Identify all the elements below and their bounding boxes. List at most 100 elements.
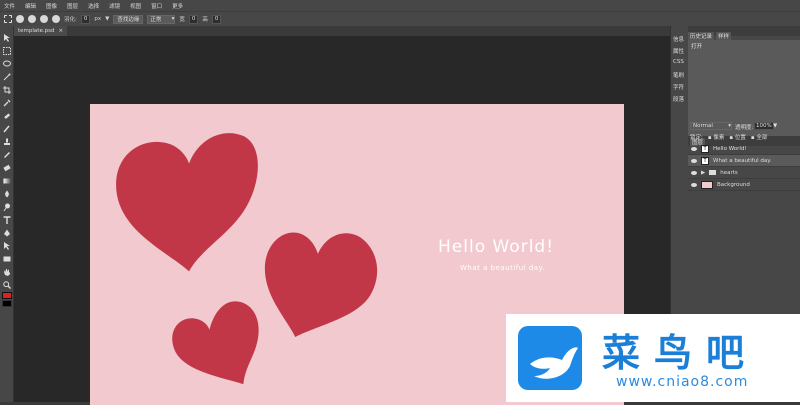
headline-text-layer[interactable]: Hello World! [438,237,554,257]
menu-image[interactable]: 图像 [46,2,57,10]
opacity-input[interactable]: 100% [754,122,774,130]
dock-character-button[interactable]: 字符 [673,83,684,91]
watermark-title: 菜鸟吧 [602,330,759,375]
layer-row[interactable]: T Hello World! [688,143,800,155]
tools-panel [0,26,14,402]
background-color-swatch[interactable] [2,300,12,307]
eyedropper-icon[interactable] [3,99,11,107]
dock-css-button[interactable]: CSS [673,59,684,65]
height-input[interactable]: 0 [211,14,222,24]
menu-layer[interactable]: 图层 [67,2,78,10]
feather-input[interactable]: 0 [80,14,91,24]
chevron-right-icon[interactable]: ▶ [701,170,705,176]
opacity-label: 透明度: [735,125,754,131]
heart-shape-small[interactable] [170,294,264,388]
style-select-value: 正常 [150,17,162,23]
gradient-tool-icon[interactable] [3,177,11,185]
bird-icon [530,347,578,379]
feather-dropdown-icon[interactable]: ▼ [105,16,109,22]
rectangle-tool-icon[interactable] [3,255,11,263]
pen-tool-icon[interactable] [3,229,11,237]
dock-properties-button[interactable]: 属性 [673,47,684,55]
intersect-selection-icon[interactable] [52,15,60,23]
style-select[interactable]: 正常 ▾ [147,14,176,24]
foreground-color-swatch[interactable] [2,292,12,299]
healing-brush-icon[interactable] [3,112,11,120]
lock-pixels-checkbox[interactable]: ▪ 像素 [708,133,725,141]
bird-logo-icon [518,326,582,390]
watermark-banner: 菜鸟吧 www.cniao8.com [506,314,800,402]
height-label: 高 [202,17,208,23]
menu-filter[interactable]: 滤镜 [109,2,120,10]
text-layer-thumb-icon: T [701,144,709,153]
menu-select[interactable]: 选择 [88,2,99,10]
eye-icon[interactable] [691,182,697,187]
type-tool-icon[interactable] [3,216,11,224]
lock-pixels-label: 像素 [713,135,725,141]
marquee-preset-icon[interactable] [4,15,12,23]
text-layer-thumb-icon: T [701,156,709,165]
menu-bar: 文件 编辑 图像 图层 选择 滤镜 视图 窗口 更多 [0,0,800,11]
layer-name: hearts [720,169,738,176]
new-selection-icon[interactable] [16,15,24,23]
lock-label: 锁定: [690,135,703,141]
background-thumb-icon [701,180,713,189]
hand-tool-icon[interactable] [3,268,11,276]
blend-mode-select[interactable]: Normal ▾ [690,122,732,130]
chevron-down-icon: ▾ [171,16,175,22]
width-label: 宽 [179,17,185,23]
subline-text-layer[interactable]: What a beautiful day. [460,264,545,272]
feather-label: 羽化: [64,17,77,23]
dock-info-button[interactable]: 信息 [673,35,684,43]
folder-icon [709,170,717,175]
document-tab[interactable]: template.psd × [14,26,68,36]
feather-unit: px [94,16,102,22]
layer-row[interactable]: ▶ hearts [688,167,800,179]
subtract-selection-icon[interactable] [40,15,48,23]
zoom-tool-icon[interactable] [3,281,11,289]
magic-wand-icon[interactable] [3,73,11,81]
move-tool-icon[interactable] [3,34,11,42]
layer-name: Hello World! [713,145,747,152]
document-tab-label: template.psd [18,28,55,34]
menu-file[interactable]: 文件 [4,2,15,10]
layer-row[interactable]: Background [688,179,800,191]
opacity-dropdown-icon[interactable]: ▼ [773,123,777,129]
width-input[interactable]: 0 [188,14,199,24]
dodge-tool-icon[interactable] [3,203,11,211]
heart-shape-large[interactable] [110,124,262,282]
dock-paragraph-button[interactable]: 段落 [673,95,684,103]
marquee-tool-icon[interactable] [3,47,11,55]
brush-tool-icon[interactable] [3,125,11,133]
layer-name: What a beautiful day. [713,157,772,164]
lock-position-label: 位置 [734,135,746,141]
eraser-icon[interactable] [3,164,11,172]
menu-more[interactable]: 更多 [172,2,183,10]
lock-position-checkbox[interactable]: ▪ 位置 [729,133,746,141]
lock-all-label: 全部 [756,135,768,141]
lasso-tool-icon[interactable] [3,60,11,68]
options-bar: 羽化: 0 px ▼ 查找边缘 正常 ▾ 宽 0 高 0 [0,11,800,26]
crop-tool-icon[interactable] [3,86,11,94]
layer-name: Background [717,181,750,188]
dock-brush-button[interactable]: 笔刷 [673,71,684,79]
blur-tool-icon[interactable] [3,190,11,198]
menu-view[interactable]: 视图 [130,2,141,10]
layer-row[interactable]: T What a beautiful day. [688,155,800,167]
menu-edit[interactable]: 编辑 [25,2,36,10]
lock-row: 锁定: ▪ 像素 ▪ 位置 ▪ 全部 [690,133,767,141]
heart-shape-medium[interactable] [260,216,386,342]
eye-icon[interactable] [691,158,697,163]
menu-window[interactable]: 窗口 [151,2,162,10]
path-select-icon[interactable] [3,242,11,250]
lock-all-checkbox[interactable]: ▪ 全部 [751,133,768,141]
clone-stamp-icon[interactable] [3,138,11,146]
eye-icon[interactable] [691,170,697,175]
close-icon[interactable]: × [58,28,63,34]
add-selection-icon[interactable] [28,15,36,23]
history-brush-icon[interactable] [3,151,11,159]
chevron-down-icon: ▾ [728,123,731,129]
watermark-url: www.cniao8.com [616,374,749,390]
refine-edge-button[interactable]: 查找边缘 [113,14,144,24]
eye-icon[interactable] [691,146,697,151]
